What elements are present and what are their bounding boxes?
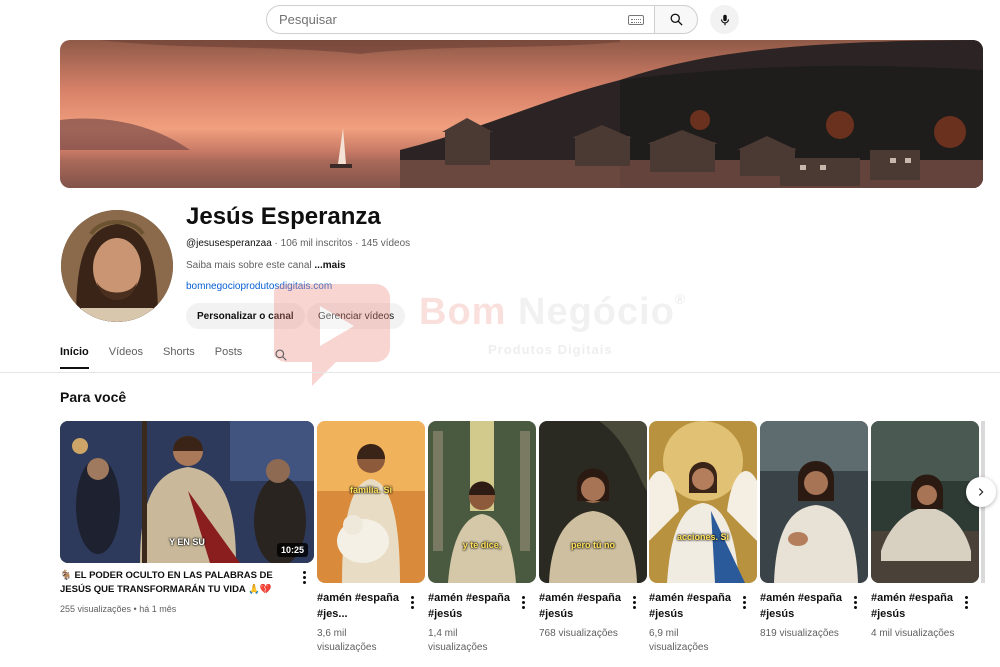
- short-card[interactable]: acciones. Si #amén #españa #jesús 6,9 mi…: [649, 421, 757, 655]
- channel-about[interactable]: Saiba mais sobre este canal ...mais: [186, 260, 346, 271]
- short-title[interactable]: #amén #españa #jesús: [539, 590, 625, 622]
- watermark-brand-a: Bom: [419, 291, 518, 333]
- search-icon: [275, 349, 287, 361]
- subscriber-count: 106 mil inscritos: [280, 238, 353, 249]
- tabs-divider: [0, 372, 1000, 373]
- short-title[interactable]: #amén #españa #jesús: [649, 590, 735, 622]
- carousel-next-button[interactable]: [966, 477, 996, 507]
- featured-views: 255 visualizações: [60, 604, 132, 614]
- short-image: [539, 421, 647, 583]
- short-image: [760, 421, 868, 583]
- short-more-menu[interactable]: [965, 596, 969, 611]
- short-more-menu[interactable]: [522, 596, 526, 611]
- short-more-menu[interactable]: [854, 596, 858, 611]
- tab-posts[interactable]: Posts: [215, 346, 243, 369]
- featured-age: há 1 mês: [139, 604, 177, 614]
- about-text: Saiba mais sobre este canal: [186, 260, 312, 271]
- short-caption: familia. Si: [349, 485, 393, 495]
- short-card[interactable]: pero tú no #amén #españa #jesús 768 visu…: [539, 421, 647, 641]
- channel-stats: @jesusesperanzaa · 106 mil inscritos · 1…: [186, 238, 410, 249]
- manage-videos-button[interactable]: Gerenciar vídeos: [307, 303, 406, 329]
- short-views: 6,9 mil visualizações: [649, 628, 709, 653]
- featured-video-title[interactable]: 🐐 EL PODER OCULTO EN LAS PALABRAS DE JES…: [60, 569, 292, 597]
- short-card[interactable]: #amén #españa #jesús 819 visualizações: [760, 421, 868, 641]
- short-views: 768 visualizações: [539, 628, 618, 639]
- short-card[interactable]: familia. Si #amén #españa #jes... 3,6 mi…: [317, 421, 425, 655]
- about-more-link[interactable]: ...mais: [314, 260, 345, 271]
- short-thumbnail[interactable]: [760, 421, 868, 583]
- short-thumbnail[interactable]: y te dice,: [428, 421, 536, 583]
- short-caption: y te dice,: [462, 540, 502, 550]
- short-more-menu[interactable]: [633, 596, 637, 611]
- meta-separator: ·: [271, 238, 281, 249]
- search-box[interactable]: [266, 5, 654, 34]
- voice-search-button[interactable]: [710, 5, 739, 34]
- short-views: 819 visualizações: [760, 628, 839, 639]
- short-image: [317, 421, 425, 583]
- short-image: [428, 421, 536, 583]
- watermark-subtitle: Produtos Digitais: [488, 342, 613, 357]
- tab-shorts[interactable]: Shorts: [163, 346, 195, 369]
- channel-tabs: Início Vídeos Shorts Posts: [60, 346, 262, 369]
- short-more-menu[interactable]: [743, 596, 747, 611]
- customize-channel-button[interactable]: Personalizar o canal: [186, 303, 305, 329]
- tab-home[interactable]: Início: [60, 346, 89, 369]
- video-count: 145 vídeos: [361, 238, 411, 249]
- channel-name: Jesús Esperanza: [186, 203, 381, 230]
- short-title[interactable]: #amén #españa #jesús: [428, 590, 514, 622]
- short-thumbnail[interactable]: pero tú no: [539, 421, 647, 583]
- search-bar: [266, 5, 739, 34]
- short-card[interactable]: y te dice, #amén #españa #jesús 1,4 mil …: [428, 421, 536, 655]
- avatar-portrait-image: [61, 210, 173, 322]
- tab-search-button[interactable]: [274, 348, 288, 367]
- chevron-right-icon: [978, 488, 984, 496]
- short-views: 4 mil visualizações: [871, 628, 955, 639]
- short-more-menu[interactable]: [411, 596, 415, 611]
- short-views: 3,6 mil visualizações: [317, 628, 377, 653]
- short-thumbnail[interactable]: familia. Si: [317, 421, 425, 583]
- search-button[interactable]: [654, 5, 698, 34]
- featured-video-meta: 255 visualizações • há 1 mês: [60, 604, 176, 614]
- short-title[interactable]: #amén #españa #jes...: [317, 590, 403, 622]
- featured-more-menu[interactable]: [303, 571, 307, 586]
- watermark-reg: ®: [674, 291, 687, 307]
- short-image: [871, 421, 979, 583]
- tab-videos[interactable]: Vídeos: [109, 346, 143, 369]
- short-thumbnail[interactable]: [871, 421, 979, 583]
- section-title: Para você: [60, 389, 127, 405]
- short-image: [649, 421, 757, 583]
- featured-video-thumbnail[interactable]: Y EN SU 10:25: [60, 421, 314, 563]
- channel-handle: @jesusesperanzaa: [186, 238, 272, 249]
- meta-separator: •: [131, 604, 140, 614]
- thumbnail-caption: Y EN SU: [169, 537, 205, 547]
- short-thumbnail[interactable]: acciones. Si: [649, 421, 757, 583]
- channel-banner: [60, 40, 983, 188]
- short-caption: pero tú no: [571, 540, 615, 550]
- short-caption: acciones. Si: [676, 532, 730, 542]
- search-input[interactable]: [279, 12, 622, 27]
- meta-separator: ·: [352, 238, 362, 249]
- channel-external-link[interactable]: bomnegocioprodutosdigitais.com: [186, 281, 332, 292]
- banner-landscape-image: [60, 40, 983, 188]
- short-title[interactable]: #amén #españa #jesús: [871, 590, 957, 622]
- search-icon: [670, 13, 683, 26]
- short-views: 1,4 mil visualizações: [428, 628, 488, 653]
- channel-avatar[interactable]: [61, 210, 173, 322]
- microphone-icon: [720, 14, 729, 25]
- video-duration: 10:25: [276, 543, 308, 557]
- keyboard-icon[interactable]: [628, 14, 644, 25]
- short-title[interactable]: #amén #españa #jesús: [760, 590, 846, 622]
- watermark-brand-b: Negócio: [518, 291, 675, 333]
- short-card[interactable]: #amén #españa #jesús 4 mil visualizações: [871, 421, 979, 641]
- watermark-brand: Bom Negócio®: [419, 291, 686, 334]
